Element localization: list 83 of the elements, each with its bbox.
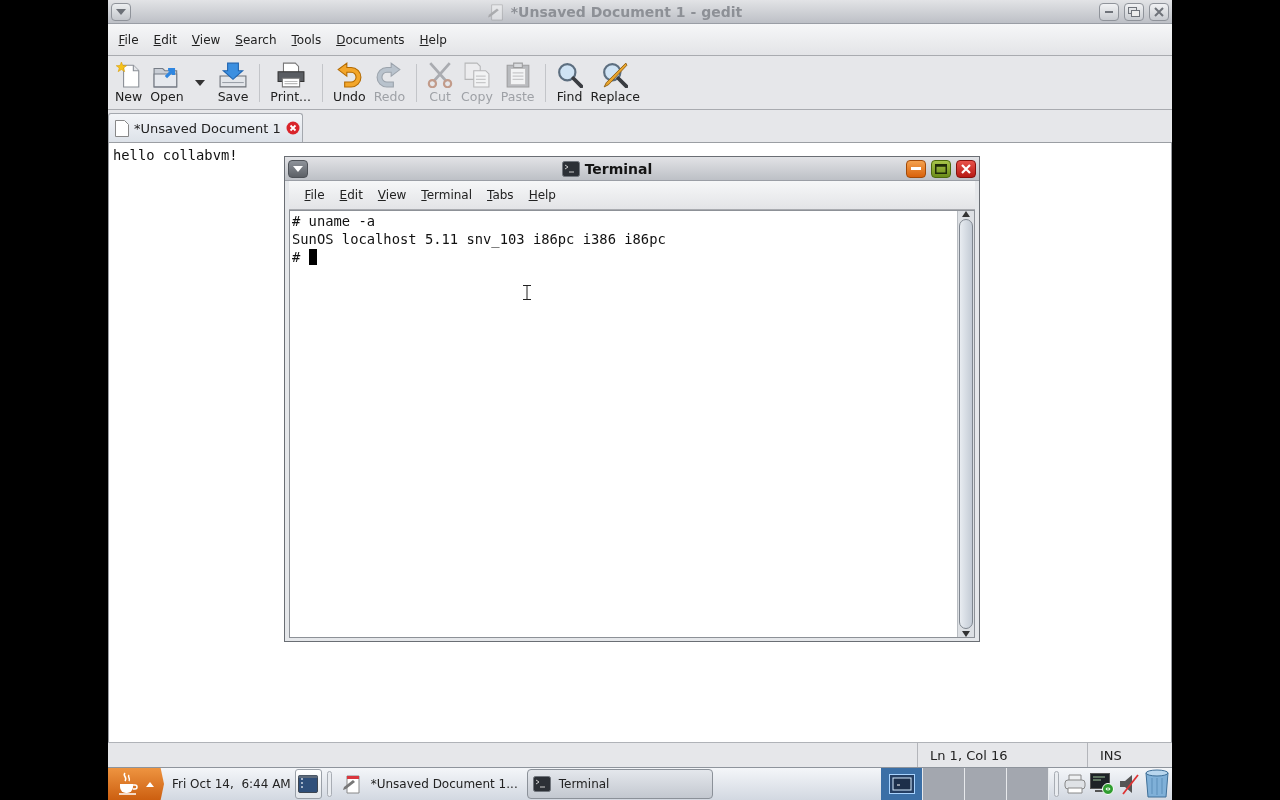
terminal-screen[interactable]: # uname -a SunOS localhost 5.11 snv_103 i86pc i386 i86pc # <box>289 210 975 638</box>
window-menu-button[interactable] <box>111 2 131 21</box>
toolbar-button[interactable]: Replace <box>586 59 644 106</box>
monitor-badge-icon[interactable] <box>1090 773 1114 795</box>
trash-icon[interactable] <box>1144 769 1170 799</box>
toolbar-button[interactable]: Open <box>146 59 188 106</box>
toolbar-button[interactable]: New <box>111 59 147 106</box>
document-icon <box>115 119 129 137</box>
muted-speaker-icon[interactable] <box>1118 773 1140 795</box>
menu-item[interactable]: File <box>111 30 147 49</box>
terminal-icon <box>561 160 580 177</box>
show-desktop-button[interactable] <box>294 769 322 799</box>
menu-item[interactable]: Help <box>521 186 564 204</box>
toolbar-button[interactable]: Find <box>552 59 587 106</box>
menu-item[interactable]: Search <box>227 30 285 49</box>
document-tab[interactable]: *Unsaved Document 1 <box>108 113 303 142</box>
restore-button[interactable] <box>1124 2 1144 21</box>
window-thumbnail-icon <box>888 774 915 794</box>
menu-item[interactable]: Edit <box>146 30 185 49</box>
menu-item[interactable]: Documents <box>328 30 413 49</box>
menu-item[interactable]: View <box>370 186 414 204</box>
clock[interactable]: Fri Oct 14, 6:44 AM <box>164 777 295 791</box>
maximize-icon <box>935 163 947 174</box>
menu-item[interactable]: Tools <box>284 30 329 49</box>
close-icon[interactable] <box>285 121 300 135</box>
toolbar-button[interactable]: Print... <box>266 59 316 106</box>
menu-item[interactable]: Edit <box>332 186 371 204</box>
copy-icon <box>463 61 490 88</box>
toolbar-button[interactable]: Undo <box>329 59 370 106</box>
scrollbar-thumb[interactable] <box>959 219 973 629</box>
clipboard-icon <box>505 61 530 88</box>
redo-icon <box>376 61 403 88</box>
search-icon <box>556 61 583 88</box>
printer-icon <box>276 61 305 88</box>
window-menu-button[interactable] <box>288 159 308 178</box>
editor-text: hello collabvm! <box>113 146 238 164</box>
window-title: Terminal <box>584 160 653 177</box>
steaming-cup-icon <box>118 772 138 796</box>
menu-item[interactable]: View <box>184 30 228 49</box>
task-button[interactable]: Terminal <box>526 769 713 799</box>
minimize-icon <box>911 167 921 170</box>
menu-item[interactable]: Help <box>412 30 455 49</box>
block-cursor-icon <box>308 249 317 265</box>
toolbar-button[interactable]: Save <box>213 59 253 106</box>
workspace-button[interactable] <box>881 768 923 800</box>
terminal-icon <box>532 776 551 792</box>
caret-down-icon <box>194 79 205 86</box>
window-title: *Unsaved Document 1 - gedit <box>510 3 743 20</box>
caret-down-icon <box>116 8 126 15</box>
magnifier-pencil-icon <box>602 61 629 88</box>
panel-handle-icon[interactable] <box>326 771 332 797</box>
ibeam-cursor-icon <box>523 285 531 300</box>
start-menu-button[interactable] <box>108 768 164 800</box>
menu-item[interactable]: Terminal <box>413 186 480 204</box>
menu-item[interactable]: Tabs <box>479 186 522 204</box>
close-button[interactable] <box>1149 2 1169 21</box>
panel-handle-icon[interactable] <box>1054 771 1059 797</box>
task-button[interactable]: *Unsaved Document 1... <box>336 769 523 799</box>
close-icon <box>1154 6 1164 17</box>
undo-icon <box>336 61 363 88</box>
minimize-button[interactable] <box>1099 2 1119 21</box>
restore-icon <box>1128 6 1140 17</box>
pencil-document-icon <box>342 774 363 794</box>
text-editor[interactable]: hello collabvm! Terminal File Edit View Terminal Tabs Help # uname -a SunOS localhost 5.11 snv_103 i86pc i386 i86pc # <box>108 143 1172 742</box>
desktop-icon <box>298 775 319 793</box>
pencil-document-icon <box>487 2 506 21</box>
new-document-icon <box>115 61 142 88</box>
close-icon <box>961 163 971 174</box>
minimize-icon <box>1105 10 1113 13</box>
tray-arrow-icon <box>219 61 247 88</box>
maximize-button[interactable] <box>931 159 951 178</box>
scissors-icon <box>427 61 454 88</box>
arrow-up-icon[interactable] <box>962 211 970 217</box>
caret-down-icon <box>293 165 303 172</box>
terminal-line: # uname -a <box>292 212 376 230</box>
terminal-line: SunOS localhost 5.11 snv_103 i86pc i386 i86pc <box>292 230 666 248</box>
arrow-down-icon[interactable] <box>962 631 970 637</box>
caret-up-icon <box>146 781 154 787</box>
scrollbar[interactable] <box>957 211 974 637</box>
terminal-line: # <box>292 248 302 266</box>
minimize-button[interactable] <box>906 159 926 178</box>
close-button[interactable] <box>956 159 976 178</box>
menu-item[interactable]: File <box>297 186 333 204</box>
